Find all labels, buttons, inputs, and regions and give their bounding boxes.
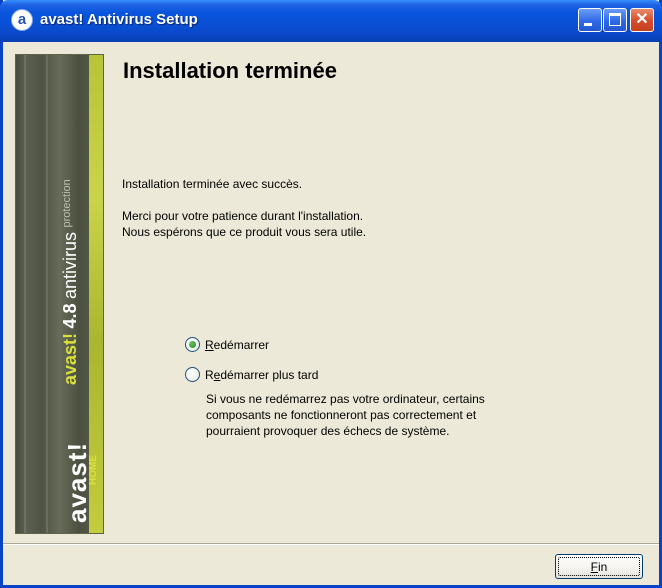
maximize-icon <box>609 13 621 26</box>
thanks-line-2: Nous espérons que ce produit vous sera u… <box>122 225 367 239</box>
restart-later-label[interactable]: Redémarrer plus tard <box>205 368 318 382</box>
minimize-button[interactable] <box>578 8 602 32</box>
window-title: avast! Antivirus Setup <box>40 11 198 28</box>
restart-warning: Si vous ne redémarrez pas votre ordinate… <box>206 391 485 439</box>
page-title: Installation terminée <box>123 58 337 83</box>
banner-stripe <box>46 55 48 533</box>
banner-stripe <box>24 55 26 533</box>
minimize-icon <box>584 23 592 26</box>
finish-mnemonic: F <box>590 559 598 574</box>
restart-now-radio[interactable] <box>185 337 200 352</box>
banner-version: 4.8 <box>60 303 80 329</box>
banner-product-type: antivirus <box>60 232 80 300</box>
restart-later-prefix: R <box>205 368 214 382</box>
warning-line-2: composants ne fonctionneront pas correct… <box>206 408 477 422</box>
warning-line-1: Si vous ne redémarrez pas votre ordinate… <box>206 392 485 406</box>
app-icon-glyph: a <box>17 11 27 28</box>
warning-line-3: pourraient provoquer des échecs de systè… <box>206 424 450 438</box>
setup-window: a avast! Antivirus Setup ✕ avast! 4.8 an… <box>0 0 662 588</box>
thanks-line-1: Merci pour votre patience durant l'insta… <box>122 209 364 223</box>
banner-suffix: protection <box>61 179 73 228</box>
maximize-button[interactable] <box>603 8 627 32</box>
restart-now-mnemonic: R <box>205 338 214 352</box>
close-button[interactable]: ✕ <box>630 8 654 32</box>
restart-later-radio[interactable] <box>185 367 200 382</box>
restart-later-text: démarrer plus tard <box>220 368 319 382</box>
title-bar[interactable]: a avast! Antivirus Setup ✕ <box>0 0 662 42</box>
success-message: Installation terminée avec succès. <box>122 177 303 191</box>
banner-product-name: avast! <box>60 332 80 385</box>
restart-now-text: edémarrer <box>213 338 270 352</box>
footer-separator <box>3 543 659 545</box>
restart-now-label[interactable]: Redémarrer <box>205 338 269 352</box>
finish-button[interactable]: Fin <box>555 554 643 579</box>
finish-label: in <box>598 559 608 574</box>
avast-app-icon[interactable]: a <box>11 9 33 31</box>
side-banner: avast! 4.8 antivirus protection avast! H… <box>15 54 104 534</box>
close-icon: ✕ <box>635 11 649 28</box>
banner-edition: HOME <box>88 455 99 485</box>
